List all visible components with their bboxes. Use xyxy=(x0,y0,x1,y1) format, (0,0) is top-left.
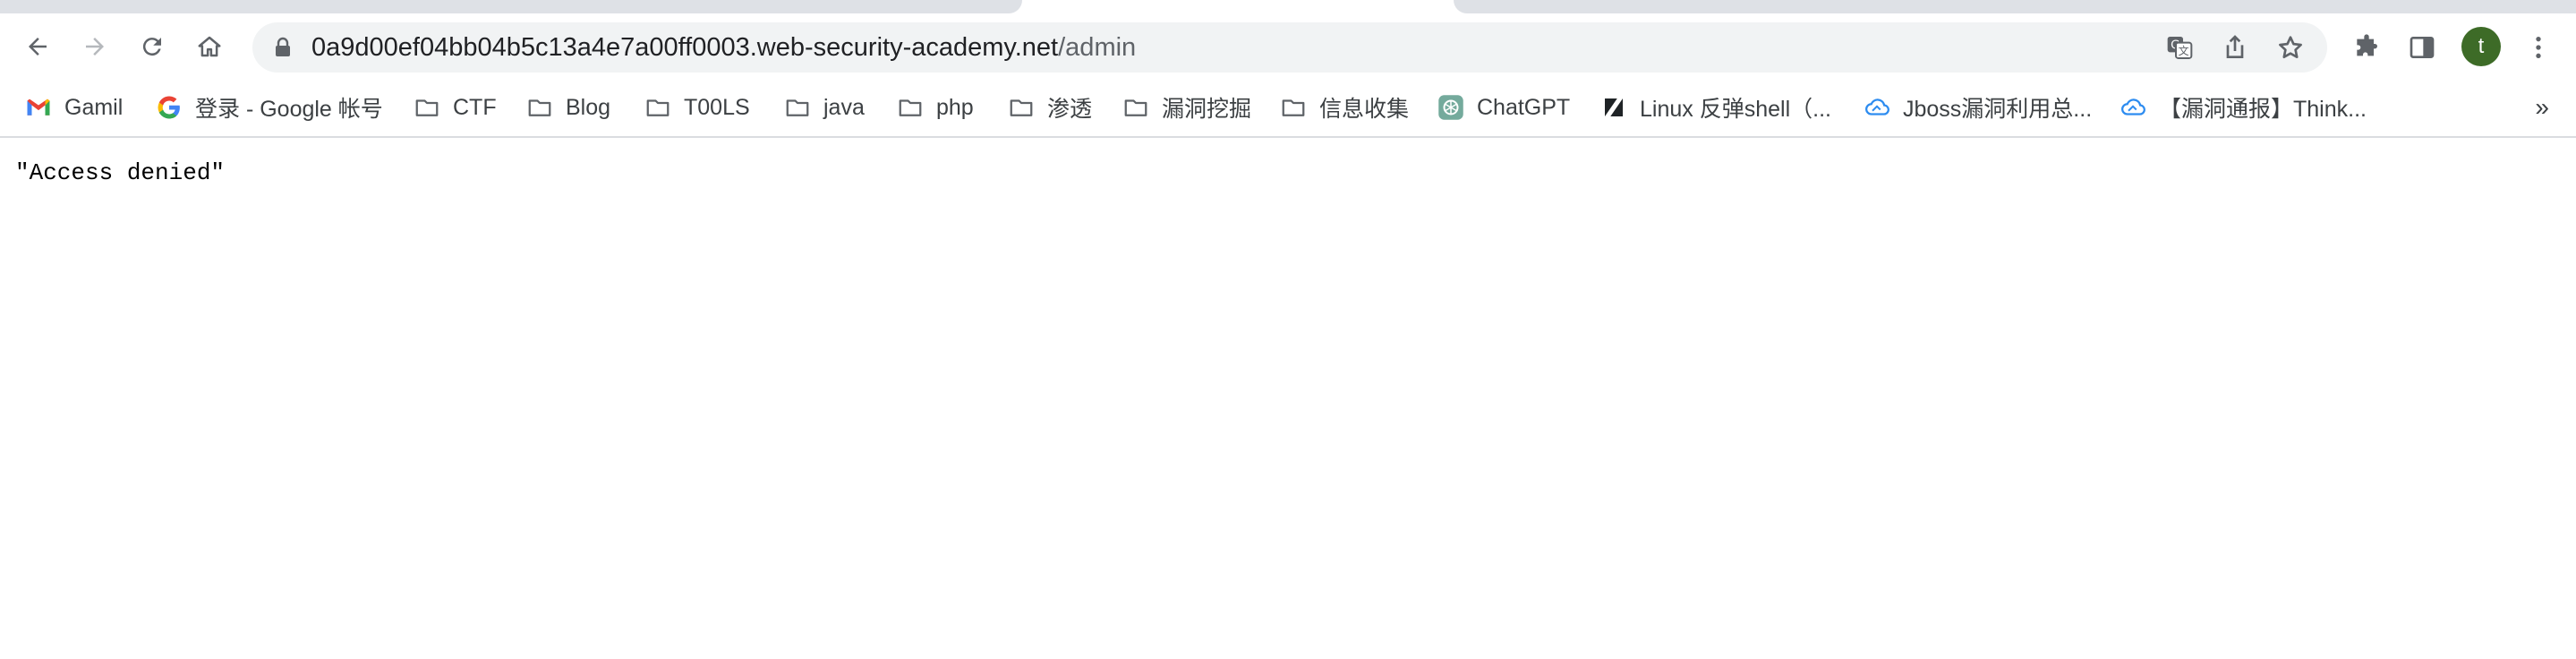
bookmark-label: T00LS xyxy=(684,94,750,120)
url-host: 0a9d00ef04bb04b5c13a4e7a00ff0003.web-sec… xyxy=(311,33,1059,62)
folder-icon xyxy=(1280,94,1307,121)
bookmark-linux-shell[interactable]: Linux 反弹shell（... xyxy=(1600,90,1831,125)
bookmark-label: 登录 - Google 帐号 xyxy=(195,97,383,122)
bookmarks-bar: Gamil 登录 - Google 帐号 CTF Blog T00LS java… xyxy=(0,79,2576,138)
reload-icon xyxy=(142,38,161,56)
bookmark-label: ChatGPT xyxy=(1477,94,1571,120)
chatgpt-icon xyxy=(1437,94,1464,121)
back-button[interactable] xyxy=(18,27,57,66)
bookmark-jboss[interactable]: Jboss漏洞利用总... xyxy=(1864,90,2092,125)
bookmark-label: Linux 反弹shell（... xyxy=(1640,97,1831,122)
bookmark-chatgpt[interactable]: ChatGPT xyxy=(1437,90,1570,125)
address-bar[interactable]: 0a9d00ef04bb04b5c13a4e7a00ff0003.web-sec… xyxy=(252,22,2327,73)
google-icon xyxy=(156,94,183,121)
bookmark-label: 漏洞挖掘 xyxy=(1162,97,1252,122)
star-icon xyxy=(2279,36,2302,58)
home-button[interactable] xyxy=(190,27,229,66)
bookmark-label: 【漏洞通报】Think... xyxy=(2159,97,2367,122)
svg-text:文: 文 xyxy=(2179,44,2189,57)
bookmark-gmail[interactable]: Gamil xyxy=(25,90,123,125)
bookmark-label: Jboss漏洞利用总... xyxy=(1903,97,2093,122)
bookmarks-overflow-button[interactable]: » xyxy=(2535,90,2549,125)
translate-button[interactable]: G 文 xyxy=(2164,32,2195,63)
gmail-icon xyxy=(25,94,52,121)
url-text[interactable]: 0a9d00ef04bb04b5c13a4e7a00ff0003.web-sec… xyxy=(311,22,1136,73)
bookmark-folder-ctf[interactable]: CTF xyxy=(414,90,497,125)
toolbar: 0a9d00ef04bb04b5c13a4e7a00ff0003.web-sec… xyxy=(0,14,2576,79)
tab-inactive-right[interactable] xyxy=(1454,0,2576,13)
bookmark-google-account[interactable]: 登录 - Google 帐号 xyxy=(156,90,383,125)
bookmark-label: 信息收集 xyxy=(1319,97,1410,122)
share-icon xyxy=(2226,35,2244,58)
bookmark-star-button[interactable] xyxy=(2275,32,2306,63)
puzzle-icon xyxy=(2357,34,2377,56)
translate-icon: G 文 xyxy=(2167,37,2193,59)
tab-strip xyxy=(0,0,2576,14)
folder-icon xyxy=(1122,94,1149,121)
share-button[interactable] xyxy=(2220,32,2250,63)
response-body-text: "Access denied" xyxy=(15,159,226,186)
bookmark-vuln-notice[interactable]: 【漏洞通报】Think... xyxy=(2120,90,2367,125)
folder-icon xyxy=(1008,94,1035,121)
bookmark-label: Blog xyxy=(566,94,611,120)
bookmark-label: 渗透 xyxy=(1047,97,1093,122)
bookmark-label: php xyxy=(936,94,974,120)
folder-icon xyxy=(644,94,671,121)
profile-avatar[interactable]: t xyxy=(2461,27,2501,66)
zhihu-slash-icon xyxy=(1600,94,1627,121)
lock-icon[interactable] xyxy=(272,36,294,59)
tab-inactive-left[interactable] xyxy=(0,0,1022,13)
reload-button[interactable] xyxy=(132,27,172,66)
bookmark-folder-vuln-hunting[interactable]: 漏洞挖掘 xyxy=(1122,90,1251,125)
back-arrow-icon xyxy=(29,38,47,56)
browser-window: 0a9d00ef04bb04b5c13a4e7a00ff0003.web-sec… xyxy=(0,0,2576,659)
bookmark-folder-info-gathering[interactable]: 信息收集 xyxy=(1280,90,1409,125)
bookmark-folder-tools[interactable]: T00LS xyxy=(644,90,750,125)
url-path: /admin xyxy=(1058,33,1137,62)
forward-button[interactable] xyxy=(75,27,115,66)
extensions-button[interactable] xyxy=(2349,30,2384,65)
cloud-icon xyxy=(1864,94,1890,121)
bookmark-label: CTF xyxy=(453,94,497,120)
kebab-menu-icon xyxy=(2536,37,2541,58)
folder-icon xyxy=(784,94,811,121)
side-panel-icon xyxy=(2410,37,2435,58)
forward-arrow-icon xyxy=(86,38,104,56)
bookmark-folder-php[interactable]: php xyxy=(897,90,974,125)
home-icon xyxy=(198,36,221,57)
folder-icon xyxy=(414,94,440,121)
folder-icon xyxy=(526,94,553,121)
bookmark-label: java xyxy=(823,94,865,120)
bookmark-folder-java[interactable]: java xyxy=(784,90,865,125)
folder-icon xyxy=(897,94,924,121)
menu-button[interactable] xyxy=(2521,30,2556,65)
side-panel-button[interactable] xyxy=(2404,30,2440,65)
page-content: "Access denied" xyxy=(0,138,2576,659)
bookmark-folder-pentest[interactable]: 渗透 xyxy=(1008,90,1092,125)
bookmark-label: Gamil xyxy=(64,94,124,120)
cloud-icon xyxy=(2120,94,2146,121)
bookmark-folder-blog[interactable]: Blog xyxy=(526,90,610,125)
